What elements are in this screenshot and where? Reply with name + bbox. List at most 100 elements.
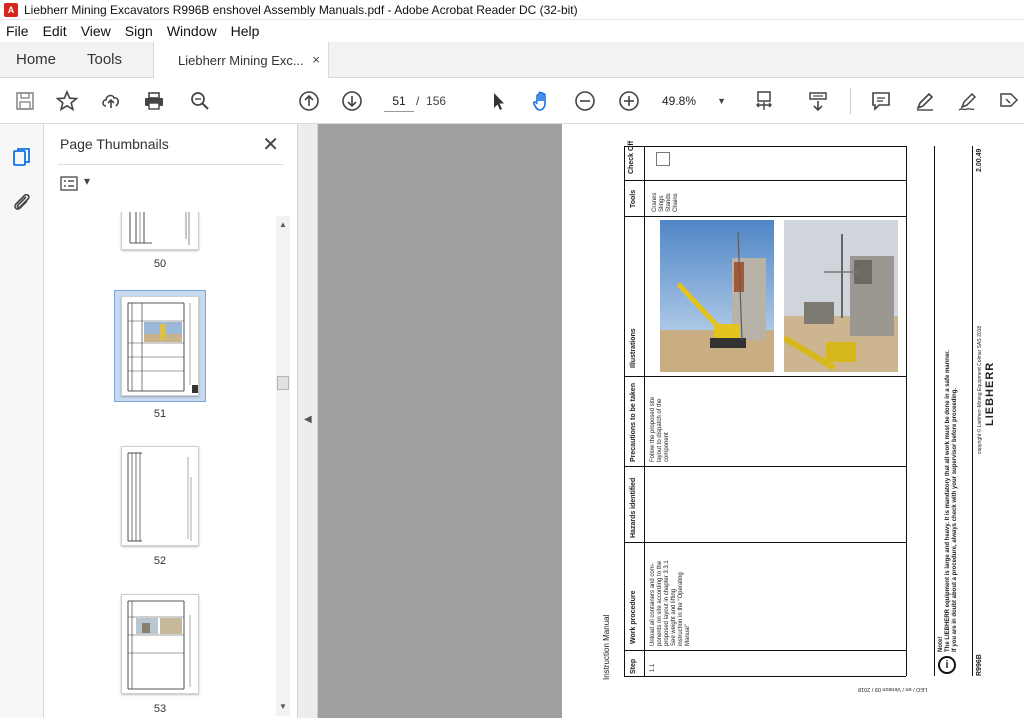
tool-cranes: Cranes: [652, 192, 658, 212]
panel-divider: [58, 164, 284, 165]
previous-page-icon[interactable]: [296, 88, 322, 114]
page-thumbnail-50[interactable]: [121, 212, 199, 250]
precaution-line-1: Follow the proposed site: [650, 396, 656, 462]
page-thumbnails-icon[interactable]: [10, 146, 34, 170]
highlight-pen-icon[interactable]: [912, 88, 938, 114]
pdf-app-icon: A: [4, 2, 18, 17]
zoom-level-select[interactable]: 49.8% ▼: [662, 90, 730, 112]
model-label: R996B: [976, 654, 983, 676]
header-work-procedure: Work procedure: [630, 590, 637, 644]
thumbnail-options-menu[interactable]: ▾: [60, 174, 96, 196]
upload-cloud-icon[interactable]: [98, 88, 124, 114]
thumbnail-label-51: 51: [153, 408, 167, 420]
illustration-photo-assembly: [784, 220, 898, 372]
page-number-input[interactable]: 51: [384, 90, 414, 112]
tab-document-label: Liebherr Mining Exc...: [178, 53, 304, 68]
options-list-icon: [60, 176, 78, 191]
zoom-search-icon[interactable]: [187, 88, 213, 114]
tab-bar: Home Tools Liebherr Mining Exc... ×: [0, 42, 1024, 79]
tool-slings: Slings: [659, 195, 665, 212]
work-line-6: Manual": [685, 624, 691, 646]
illustration-photo-crane: [660, 220, 774, 372]
scroll-mode-icon[interactable]: [805, 88, 831, 114]
left-navigation-rail: [0, 124, 44, 718]
header-hazards: Hazards identified: [630, 477, 637, 538]
header-check-off: Check Off: [628, 140, 635, 174]
menu-window[interactable]: Window: [167, 23, 217, 39]
liebherr-logo: LIEBHERR: [984, 361, 996, 426]
close-tab-icon[interactable]: ×: [312, 52, 320, 67]
thumbnails-list: 50 51 52 53: [44, 212, 280, 718]
thumbnail-label-52: 52: [153, 555, 167, 567]
menu-help[interactable]: Help: [231, 23, 260, 39]
pdf-page: Check Off Tools Illustrations Precaution…: [562, 124, 1024, 718]
precaution-line-3: component: [664, 432, 670, 462]
work-line-5: instruction in the "Operating: [678, 572, 684, 646]
panel-collapse-handle[interactable]: ◀: [298, 124, 318, 718]
work-line-1: Unload all containers and com-: [650, 563, 656, 646]
page-thumbnail-52[interactable]: [121, 446, 199, 546]
version-footer: LEO / en / Version 09 / 2018: [858, 686, 928, 692]
thumbnails-scrollbar[interactable]: ▲ ▼: [276, 216, 290, 716]
zoom-in-icon[interactable]: [616, 88, 642, 114]
header-step: Step: [630, 658, 637, 674]
document-viewport[interactable]: Check Off Tools Illustrations Precaution…: [318, 124, 1024, 718]
comment-icon[interactable]: [868, 88, 894, 114]
page-thumbnail-51[interactable]: [121, 296, 199, 396]
panel-title: Page Thumbnails: [60, 136, 169, 152]
menu-file[interactable]: File: [6, 23, 29, 39]
attachment-paperclip-icon[interactable]: [10, 190, 34, 214]
tool-stands: Stands: [666, 193, 672, 212]
work-line-2: ponents on site according to the: [657, 560, 663, 646]
work-line-3: proposed layout in chapter 3.3.1: [664, 560, 670, 646]
select-cursor-icon[interactable]: [486, 88, 512, 114]
work-line-4: See weight and lifting: [671, 588, 677, 646]
zoom-out-icon[interactable]: [572, 88, 598, 114]
thumbnail-label-50: 50: [153, 258, 167, 270]
scrollbar-thumb[interactable]: [277, 376, 289, 390]
main-toolbar: 51 / 156 49.8% ▼: [0, 78, 1024, 124]
print-icon[interactable]: [141, 88, 167, 114]
tab-tools[interactable]: Tools: [87, 42, 122, 78]
bookmark-star-icon[interactable]: [54, 88, 80, 114]
acrobat-window: A Liebherr Mining Excavators R996B ensho…: [0, 0, 1024, 718]
note-line-1: The LIEBHERR equipment is large and heav…: [945, 350, 951, 652]
note-label: Note!: [938, 636, 944, 652]
sign-icon[interactable]: [955, 88, 981, 114]
copyright-text: copyright © Liebherr-Mining Equipment Co…: [977, 325, 983, 454]
header-tools: Tools: [630, 189, 637, 208]
manual-side-title: Instruction Manual: [602, 614, 611, 680]
scroll-up-icon[interactable]: ▲: [279, 220, 287, 229]
chevron-down-icon: ▼: [717, 96, 726, 106]
tab-home[interactable]: Home: [16, 42, 56, 78]
menu-bar: File Edit View Sign Window Help: [0, 20, 1024, 42]
next-page-icon[interactable]: [339, 88, 365, 114]
menu-sign[interactable]: Sign: [125, 23, 153, 39]
menu-view[interactable]: View: [81, 23, 111, 39]
collapse-arrow-icon: ◀: [304, 414, 312, 425]
title-bar: A Liebherr Mining Excavators R996B ensho…: [0, 0, 1024, 20]
menu-edit[interactable]: Edit: [43, 23, 67, 39]
section-number: 2.00.49: [976, 148, 983, 172]
check-off-box[interactable]: [656, 152, 670, 166]
save-icon[interactable]: [12, 88, 38, 114]
page-fit-icon[interactable]: [752, 88, 778, 114]
page-thumbnail-53[interactable]: [121, 594, 199, 694]
more-tools-icon[interactable]: [996, 88, 1022, 114]
page-count: / 156: [416, 94, 447, 108]
scroll-down-icon[interactable]: ▼: [279, 702, 287, 711]
note-line-2: If you are in doubt about a procedure, a…: [952, 387, 958, 652]
hand-tool-icon[interactable]: [529, 88, 555, 114]
precaution-line-2: layout to dispatch of the: [657, 398, 663, 462]
close-panel-icon[interactable]: ✕: [262, 132, 279, 157]
window-title: Liebherr Mining Excavators R996B enshove…: [24, 2, 578, 17]
header-precautions: Precautions to be taken: [630, 383, 637, 462]
toolbar-divider: [850, 88, 851, 114]
step-number: 1.1: [650, 663, 656, 672]
header-illustrations: Illustrations: [630, 328, 637, 368]
tool-chains: Chains: [673, 193, 679, 212]
tab-document[interactable]: Liebherr Mining Exc... ×: [153, 42, 329, 79]
page-thumbnails-panel: Page Thumbnails ✕ ▾ 50 51 52 53 ▲ ▼: [44, 124, 298, 718]
info-icon: i: [938, 656, 956, 674]
thumbnail-label-53: 53: [153, 703, 167, 715]
